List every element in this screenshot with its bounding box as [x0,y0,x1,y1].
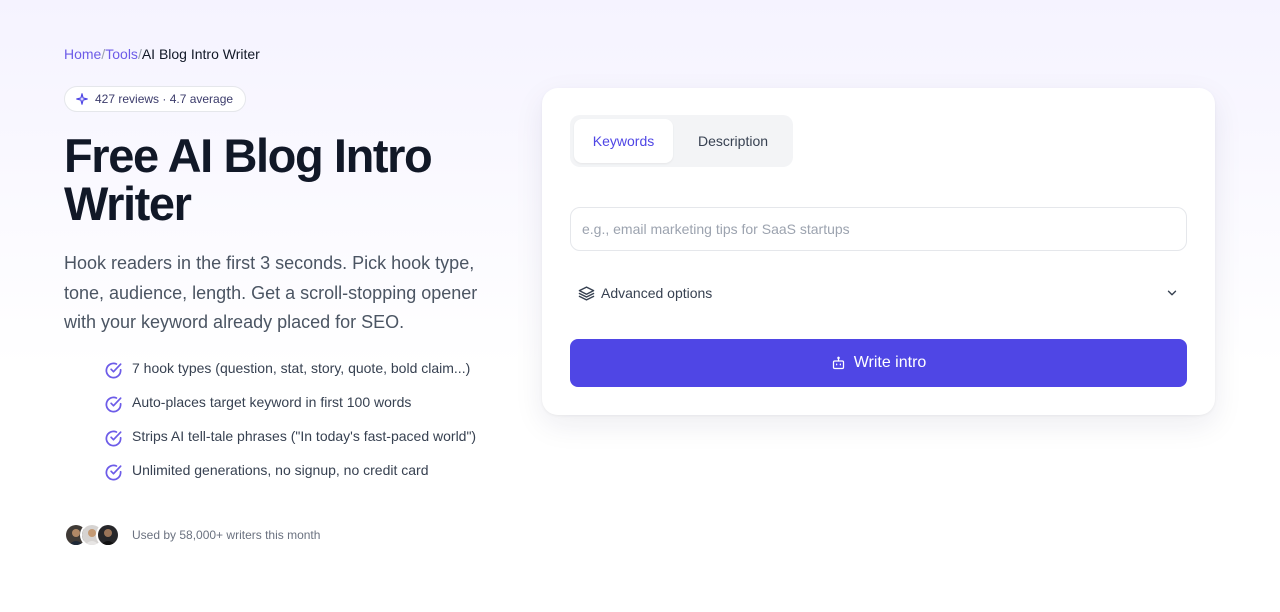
rating-badge: 427 reviews · 4.7 average [64,86,247,112]
breadcrumb: Home/Tools/AI Blog Intro Writer [64,46,260,62]
generator-card: Keywords Description Advanced options Wr… [542,88,1215,415]
social-proof-text: Used by 58,000+ writers this month [132,528,321,542]
feature-item: Auto-places target keyword in first 100 … [104,392,504,414]
rating-text: 427 reviews · 4.7 average [95,92,234,106]
breadcrumb-tools-link[interactable]: Tools [105,46,138,62]
check-circle-icon [105,464,122,481]
page-title: Free AI Blog Intro Writer [64,129,433,230]
feature-item: Strips AI tell-tale phrases ("In today's… [104,426,504,448]
social-proof: Used by 58,000+ writers this month [64,523,320,547]
breadcrumb-current: AI Blog Intro Writer [141,46,260,62]
advanced-options-toggle[interactable]: Advanced options [578,282,1179,304]
feature-item: 7 hook types (question, stat, story, quo… [104,358,504,380]
chevron-down-icon [1167,290,1177,296]
breadcrumb-home-link[interactable]: Home [64,46,101,62]
page-description: Hook readers in the first 3 seconds. Pic… [64,253,478,332]
feature-item: Unlimited generations, no signup, no cre… [104,460,504,482]
feature-text: Auto-places target keyword in first 100 … [132,394,412,410]
sparkle-icon [76,93,88,105]
input-mode-tabs: Keywords Description [570,115,793,167]
check-circle-icon [105,430,122,447]
feature-text: Unlimited generations, no signup, no cre… [132,462,429,478]
feature-list: 7 hook types (question, stat, story, quo… [104,358,504,494]
check-circle-icon [105,362,122,379]
avatar-stack [64,523,120,547]
layers-icon [578,285,595,301]
tab-description[interactable]: Description [677,119,789,163]
feature-text: 7 hook types (question, stat, story, quo… [132,360,471,376]
check-circle-icon [105,396,122,413]
write-intro-button[interactable]: Write intro [570,339,1187,387]
tab-keywords[interactable]: Keywords [574,119,673,163]
feature-text: Strips AI tell-tale phrases ("In today's… [132,428,477,444]
robot-icon [832,356,844,369]
write-intro-label: Write intro [853,354,927,371]
advanced-options-label: Advanced options [601,285,713,301]
keyword-input[interactable] [570,207,1187,251]
avatar [96,523,120,547]
